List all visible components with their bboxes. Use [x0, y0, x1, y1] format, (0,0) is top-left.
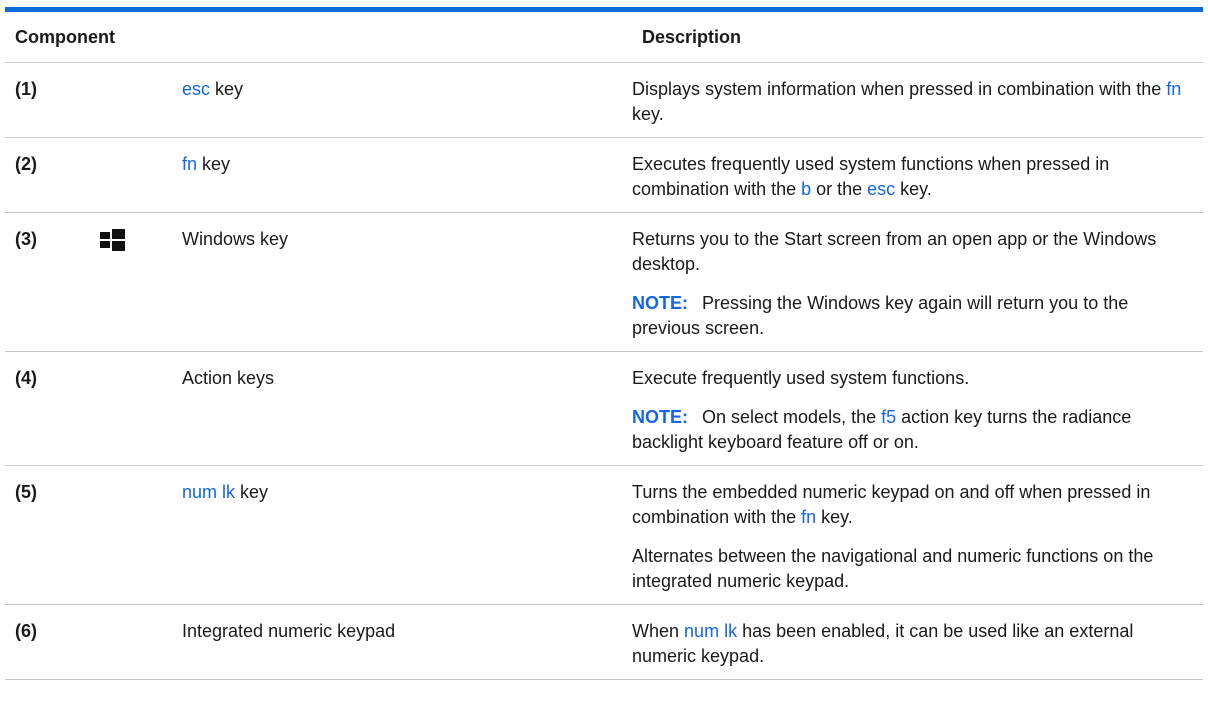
key-reference: f5 [881, 407, 897, 427]
table-row: (1) esc key Displays system information wh… [5, 62, 1203, 138]
description-text: Execute frequently used system functions… [632, 368, 970, 388]
component-name: Windows key [182, 212, 633, 352]
component-icon-cell [100, 465, 182, 605]
description-text: Alternates between the navigational and … [632, 546, 1154, 591]
description-text: When [632, 621, 685, 641]
component-icon-cell [100, 604, 182, 680]
table-header-row: Component Description [5, 12, 1203, 63]
component-number: (6) [5, 604, 100, 680]
component-label: Integrated numeric keypad [182, 621, 396, 641]
component-icon-cell [100, 351, 182, 466]
table-row: (5) num lk key Turns the embedded numeric … [5, 465, 1203, 605]
table-row: (2) fn key Executes frequently used system… [5, 137, 1203, 213]
key-reference: b [801, 179, 812, 199]
component-icon-cell [100, 62, 182, 138]
component-description: Executes frequently used system function… [632, 137, 1203, 213]
description-text: Displays system information when pressed… [632, 79, 1167, 99]
description-paragraph: Execute frequently used system functions… [632, 366, 1189, 391]
component-description: Returns you to the Start screen from an … [632, 212, 1203, 352]
description-text: key. [632, 104, 664, 124]
component-label: key [235, 482, 269, 502]
note-label: NOTE: [632, 293, 689, 313]
component-description: Execute frequently used system functions… [632, 351, 1203, 466]
description-text: key. [816, 507, 853, 527]
component-label: Action keys [182, 368, 275, 388]
component-name: Action keys [182, 351, 633, 466]
description-text: or the [811, 179, 868, 199]
description-text: Returns you to the Start screen from an … [632, 229, 1157, 274]
header-description: Description [632, 12, 1203, 63]
key-reference: esc [867, 179, 896, 199]
component-number: (3) [5, 212, 100, 352]
description-paragraph: Returns you to the Start screen from an … [632, 227, 1189, 277]
description-paragraph: Executes frequently used system function… [632, 152, 1189, 202]
component-description: Displays system information when pressed… [632, 62, 1203, 138]
component-name: num lk key [182, 465, 633, 605]
table-body: (1) esc key Displays system information wh… [5, 62, 1203, 680]
description-paragraph: When num lk has been enabled, it can be … [632, 619, 1189, 669]
description-paragraph: Displays system information when pressed… [632, 77, 1189, 127]
description-text: On select models, the [702, 407, 882, 427]
header-component: Component [5, 12, 633, 63]
components-table: Component Description (1) esc key Displays… [5, 12, 1203, 680]
component-description: When num lk has been enabled, it can be … [632, 604, 1203, 680]
component-number: (1) [5, 62, 100, 138]
component-name: esc key [182, 62, 633, 138]
description-paragraph: Alternates between the navigational and … [632, 544, 1189, 594]
component-name: fn key [182, 137, 633, 213]
component-number: (2) [5, 137, 100, 213]
description-paragraph: Turns the embedded numeric keypad on and… [632, 480, 1189, 530]
table-row: (4) Action keys Execute frequently used sy… [5, 351, 1203, 466]
note-paragraph: NOTE: Pressing the Windows key again will… [632, 291, 1189, 341]
component-description: Turns the embedded numeric keypad on and… [632, 465, 1203, 605]
description-text: key. [895, 179, 932, 199]
component-name: Integrated numeric keypad [182, 604, 633, 680]
key-reference: fn [801, 507, 817, 527]
component-number: (4) [5, 351, 100, 466]
note-paragraph: NOTE: On select models, the f5 action key… [632, 405, 1189, 455]
key-name: num lk [182, 482, 236, 502]
component-icon-cell [100, 137, 182, 213]
component-label: Windows key [182, 229, 289, 249]
component-label: key [197, 154, 231, 174]
note-label: NOTE: [632, 407, 689, 427]
component-icon-cell [100, 212, 182, 352]
key-reference: num lk [684, 621, 738, 641]
windows-logo-icon [100, 229, 125, 251]
description-text: Pressing the Windows key again will retu… [632, 293, 1129, 338]
document-page: Component Description (1) esc key Displays… [0, 0, 1208, 719]
table-row: (6) Integrated numeric keypad When num lk … [5, 604, 1203, 680]
key-name: fn [182, 154, 198, 174]
key-name: esc [182, 79, 211, 99]
table-row: (3) Windows key Returns you to the Start s… [5, 212, 1203, 352]
component-label: key [210, 79, 244, 99]
key-reference: fn [1166, 79, 1182, 99]
component-number: (5) [5, 465, 100, 605]
description-text: Turns the embedded numeric keypad on and… [632, 482, 1151, 527]
